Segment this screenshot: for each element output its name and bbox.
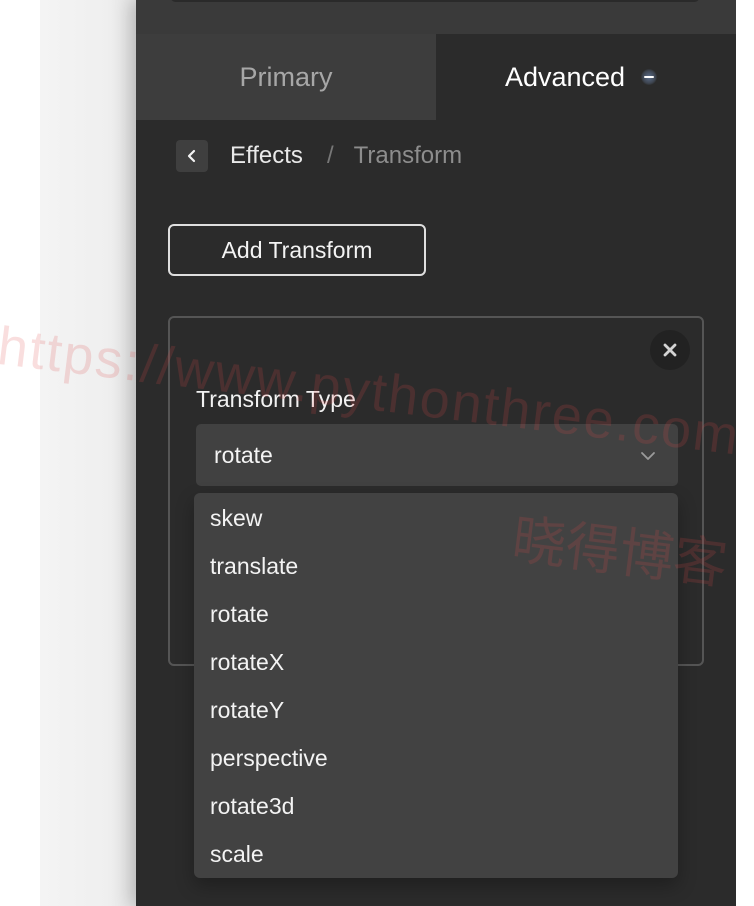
dropdown-option-translate[interactable]: translate (194, 542, 678, 590)
transform-type-dropdown: skew translate rotate rotateX rotateY pe… (194, 493, 678, 878)
tab-advanced[interactable]: Advanced (436, 34, 736, 120)
dropdown-option-rotate[interactable]: rotate (194, 590, 678, 638)
chevron-left-icon (187, 149, 196, 163)
top-input-edge (170, 0, 700, 2)
back-button[interactable] (176, 140, 208, 172)
breadcrumb-separator: / (326, 142, 334, 169)
right-background-edge (736, 0, 754, 906)
dropdown-option-perspective[interactable]: perspective (194, 734, 678, 782)
dropdown-option-rotate3d[interactable]: rotate3d (194, 782, 678, 830)
dropdown-option-scale[interactable]: scale (194, 830, 678, 878)
chevron-down-icon (641, 452, 655, 460)
breadcrumb-current[interactable]: Effects (230, 142, 303, 170)
page: Primary Advanced Effects / Transform Add… (0, 0, 754, 906)
left-background-strip (0, 0, 40, 906)
close-icon (663, 343, 677, 357)
transform-type-value: rotate (214, 441, 273, 468)
dropdown-option-skew[interactable]: skew (194, 494, 678, 542)
breadcrumb-next: Transform (353, 142, 463, 169)
dropdown-option-rotatex[interactable]: rotateX (194, 638, 678, 686)
transform-type-label: Transform Type (196, 386, 356, 412)
top-strip (136, 0, 736, 34)
remove-transform-button[interactable] (650, 330, 690, 370)
tab-primary[interactable]: Primary (136, 34, 436, 120)
transform-type-select[interactable]: rotate (196, 424, 678, 486)
minus-indicator-icon (641, 69, 658, 85)
breadcrumb: Effects / Transform (176, 139, 462, 173)
add-transform-button[interactable]: Add Transform (168, 224, 426, 276)
tab-bar: Primary Advanced (136, 34, 736, 120)
dropdown-option-rotatey[interactable]: rotateY (194, 686, 678, 734)
tab-advanced-label: Advanced (504, 61, 626, 92)
tab-primary-label: Primary (239, 61, 333, 92)
left-background-pane (40, 0, 136, 906)
add-transform-label: Add Transform (221, 236, 373, 263)
